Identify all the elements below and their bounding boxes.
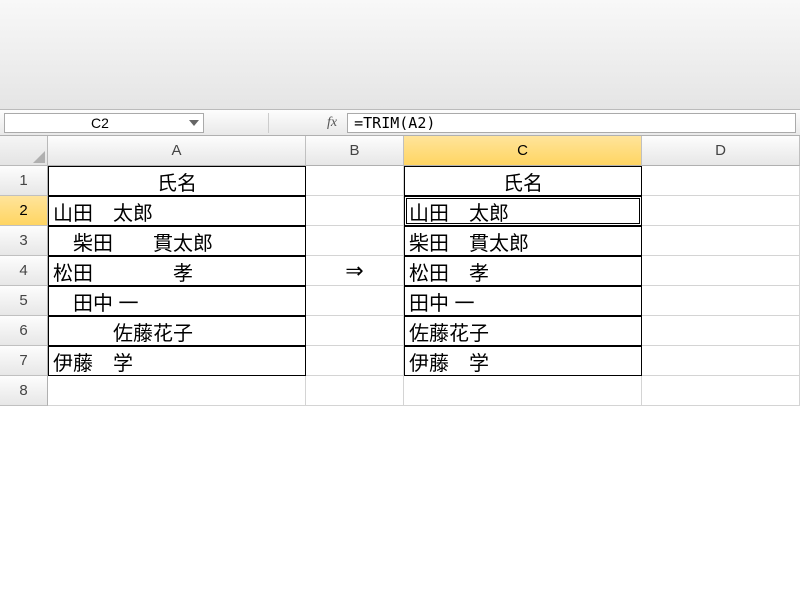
excel-wrapper: C2 fx =TRIM(A2) ABCD1氏名氏名2山田 太郎山田 太郎3 柴田… (0, 0, 800, 600)
cell-B1[interactable] (306, 166, 404, 196)
name-box-value: C2 (13, 115, 187, 131)
cell-C2[interactable]: 山田 太郎 (404, 196, 642, 226)
name-box-dropdown[interactable] (187, 115, 201, 131)
cell-D2[interactable] (642, 196, 800, 226)
row-header-7[interactable]: 7 (0, 346, 48, 376)
cell-B2[interactable] (306, 196, 404, 226)
cell-B6[interactable] (306, 316, 404, 346)
row-header-1[interactable]: 1 (0, 166, 48, 196)
cell-A1[interactable]: 氏名 (48, 166, 306, 196)
cell-A7[interactable]: 伊藤 学 (48, 346, 306, 376)
cell-D5[interactable] (642, 286, 800, 316)
column-header-C[interactable]: C (404, 136, 642, 166)
cell-C4[interactable]: 松田 孝 (404, 256, 642, 286)
cell-B3[interactable] (306, 226, 404, 256)
row-header-5[interactable]: 5 (0, 286, 48, 316)
column-header-B[interactable]: B (306, 136, 404, 166)
cell-A6[interactable]: 佐藤花子 (48, 316, 306, 346)
cell-A4[interactable]: 松田 孝 (48, 256, 306, 286)
formula-input[interactable]: =TRIM(A2) (347, 113, 796, 133)
chevron-down-icon (189, 120, 199, 126)
cell-D3[interactable] (642, 226, 800, 256)
cell-A3[interactable]: 柴田 貫太郎 (48, 226, 306, 256)
cell-B8[interactable] (306, 376, 404, 406)
select-all-corner[interactable] (0, 136, 48, 166)
ribbon-placeholder (0, 0, 800, 110)
cell-B5[interactable] (306, 286, 404, 316)
formula-bar-row: C2 fx =TRIM(A2) (0, 110, 800, 136)
name-box[interactable]: C2 (4, 113, 204, 133)
cell-C6[interactable]: 佐藤花子 (404, 316, 642, 346)
formula-value: =TRIM(A2) (354, 114, 435, 132)
cell-D6[interactable] (642, 316, 800, 346)
column-header-D[interactable]: D (642, 136, 800, 166)
cell-D7[interactable] (642, 346, 800, 376)
cell-D4[interactable] (642, 256, 800, 286)
cell-B7[interactable] (306, 346, 404, 376)
cell-D1[interactable] (642, 166, 800, 196)
cell-C3[interactable]: 柴田 貫太郎 (404, 226, 642, 256)
divider (268, 113, 269, 133)
fx-icon[interactable]: fx (327, 115, 337, 131)
cell-B4[interactable]: ⇒ (306, 256, 404, 286)
row-header-6[interactable]: 6 (0, 316, 48, 346)
cell-C7[interactable]: 伊藤 学 (404, 346, 642, 376)
row-header-3[interactable]: 3 (0, 226, 48, 256)
cell-A2[interactable]: 山田 太郎 (48, 196, 306, 226)
spreadsheet-grid[interactable]: ABCD1氏名氏名2山田 太郎山田 太郎3 柴田 貫太郎柴田 貫太郎4松田 孝⇒… (0, 136, 800, 406)
select-all-icon (33, 151, 45, 163)
row-header-8[interactable]: 8 (0, 376, 48, 406)
row-header-4[interactable]: 4 (0, 256, 48, 286)
cell-C8[interactable] (404, 376, 642, 406)
cell-C1[interactable]: 氏名 (404, 166, 642, 196)
cell-D8[interactable] (642, 376, 800, 406)
cell-C5[interactable]: 田中 一 (404, 286, 642, 316)
column-header-A[interactable]: A (48, 136, 306, 166)
cell-A8[interactable] (48, 376, 306, 406)
cell-A5[interactable]: 田中 一 (48, 286, 306, 316)
row-header-2[interactable]: 2 (0, 196, 48, 226)
